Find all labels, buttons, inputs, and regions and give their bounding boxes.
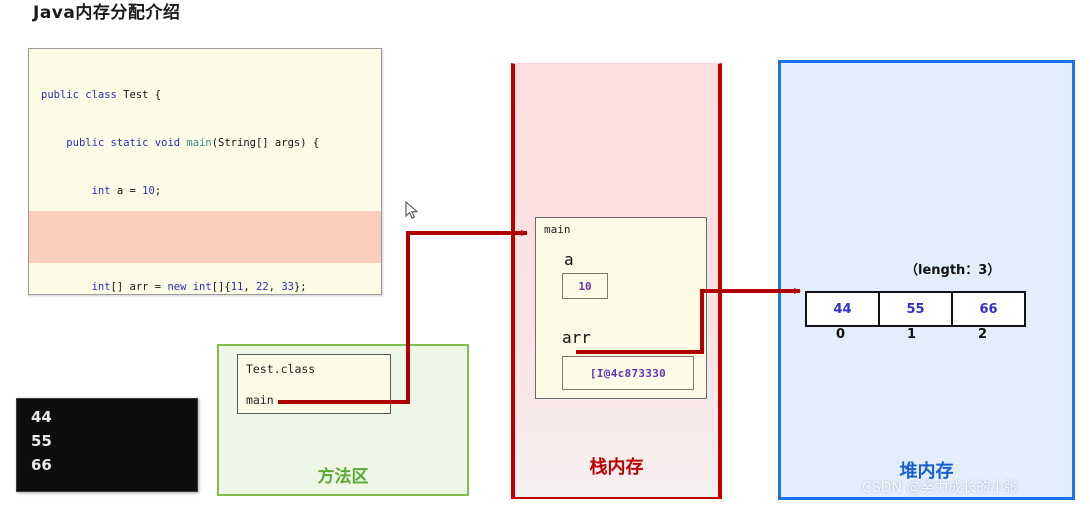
array-cell: 66 xyxy=(951,291,1026,327)
stack-frame-name: main xyxy=(544,223,571,236)
array-indices: 0 1 2 xyxy=(805,327,1018,342)
variable-value-arr: [I@4c873330 xyxy=(562,356,694,390)
array-cells: 44 55 66 xyxy=(805,291,1026,327)
code-lines: public class Test { public static void m… xyxy=(41,89,320,293)
method-area-label: 方法区 xyxy=(317,467,369,487)
console-line: 55 xyxy=(31,432,52,450)
array-length-label: （length：3） xyxy=(905,263,1001,278)
diagram-canvas: Java内存分配介绍 public class Test { public st… xyxy=(0,0,1090,505)
variable-name-a: a xyxy=(564,250,574,269)
page-title: Java内存分配介绍 xyxy=(33,3,181,23)
class-name-label: Test.class xyxy=(246,362,316,376)
console-output: 44 55 66 xyxy=(16,398,198,492)
array-index: 0 xyxy=(835,327,846,342)
watermark-text: CSDN @努力成长的小张 xyxy=(862,480,1019,496)
heap-memory-region: （length：3） 44 55 66 0 1 2 堆内存 xyxy=(778,60,1075,500)
array-index: 1 xyxy=(906,327,917,342)
array-cell: 44 xyxy=(805,291,880,327)
array-index: 2 xyxy=(977,327,988,342)
class-box: Test.class main xyxy=(237,354,391,414)
code-block: public class Test { public static void m… xyxy=(28,48,382,295)
variable-value-a: 10 xyxy=(562,273,608,299)
method-name-label: main xyxy=(246,393,274,407)
console-line: 66 xyxy=(31,456,52,474)
stack-memory-label: 栈内存 xyxy=(589,457,644,478)
variable-name-arr: arr xyxy=(562,328,591,347)
stack-memory-region: main a 10 arr [I@4c873330 栈内存 xyxy=(511,63,722,499)
mouse-cursor-icon xyxy=(405,201,419,219)
array-cell: 55 xyxy=(878,291,953,327)
stack-frame-main: main a 10 arr [I@4c873330 xyxy=(535,217,707,399)
console-line: 44 xyxy=(31,408,52,426)
method-area-region: Test.class main 方法区 xyxy=(217,344,469,496)
